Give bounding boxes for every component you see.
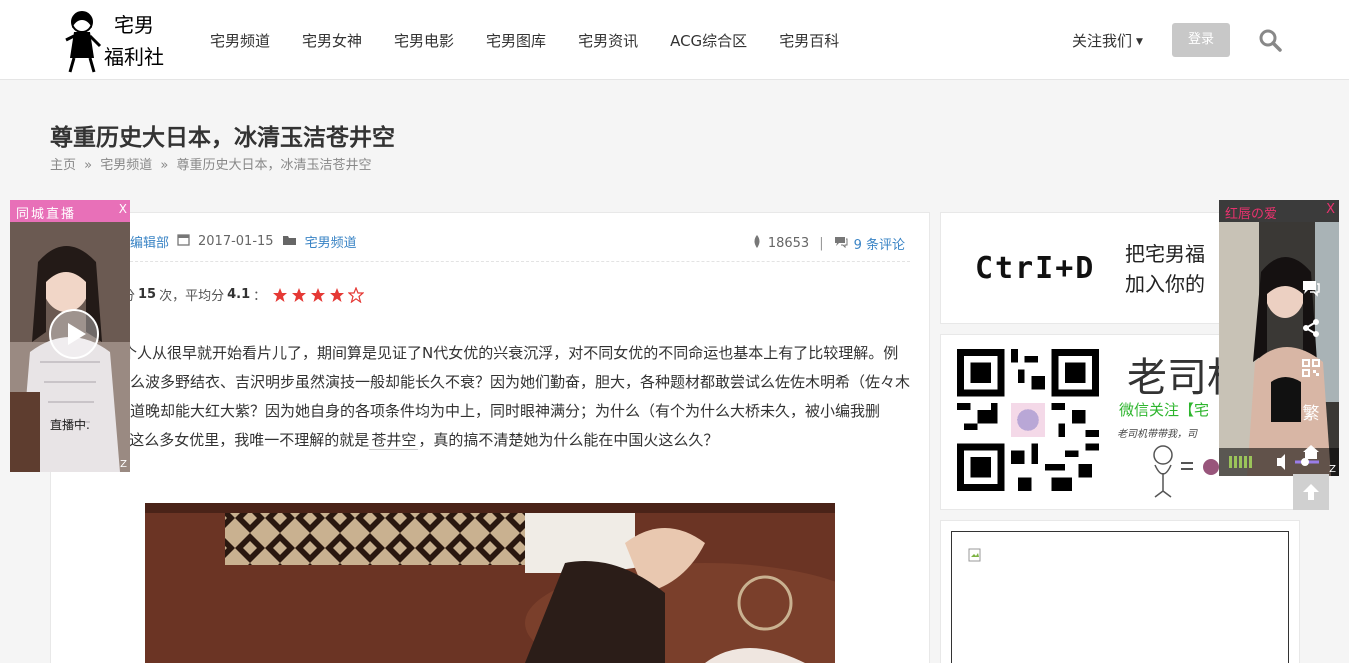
- calendar-icon: [177, 233, 190, 250]
- article-meta: 编辑部 2017-01-15 宅男频道: [130, 232, 357, 251]
- follow-us-dropdown[interactable]: 关注我们 ▼: [1072, 30, 1143, 51]
- breadcrumb-home[interactable]: 主页: [50, 158, 76, 173]
- article-image: [145, 503, 835, 663]
- bookmark-slogan: 把宅男福 加入你的: [1125, 239, 1205, 299]
- publish-date: 2017-01-15: [198, 234, 274, 249]
- nav-item-news[interactable]: 宅男资讯: [564, 30, 652, 51]
- ctrl-d-logo: CtrI+D: [975, 251, 1096, 286]
- folder-icon: [282, 234, 297, 250]
- nav-item-acg[interactable]: ACG综合区: [656, 30, 761, 51]
- close-icon[interactable]: X: [119, 202, 127, 216]
- nav-item-wiki[interactable]: 宅男百科: [765, 30, 853, 51]
- nav-item-goddess[interactable]: 宅男女神: [288, 30, 376, 51]
- live-right-corner: Z: [1329, 464, 1336, 475]
- qr-code-image: [957, 349, 1099, 491]
- article-stats: 18653 | 9 条评论: [752, 234, 905, 253]
- chat-icon: [1303, 281, 1320, 297]
- breadcrumb-category[interactable]: 宅男频道: [100, 158, 152, 173]
- back-to-top-button[interactable]: [1293, 474, 1329, 510]
- rating-mid: 次，平均分: [159, 289, 225, 304]
- main-nav: 宅男频道 宅男女神 宅男电影 宅男图库 宅男资讯 ACG综合区 宅男百科: [196, 0, 857, 80]
- live-status: 直播中.: [50, 418, 90, 432]
- live-stream-left[interactable]: 同城直播 X 直播中. Z: [10, 200, 130, 472]
- comments-link[interactable]: 9 条评论: [854, 234, 905, 253]
- login-button[interactable]: 登录: [1172, 23, 1230, 57]
- live-right-title: 红唇の爱: [1225, 207, 1278, 222]
- live-left-title: 同城直播: [16, 207, 77, 222]
- svg-text:福利社: 福利社: [104, 45, 164, 69]
- view-count: 18653: [767, 236, 810, 251]
- home-icon: [1303, 445, 1319, 459]
- breadcrumb-separator: »: [84, 158, 93, 173]
- qrcode-tool[interactable]: [1293, 350, 1329, 386]
- share-icon: [1303, 319, 1319, 337]
- close-icon[interactable]: X: [1326, 202, 1335, 217]
- follow-us-label: 关注我们: [1072, 32, 1133, 50]
- article-text-part2: ，真的搞不清楚她为什么能在中国火这么久？: [418, 431, 719, 449]
- svg-text:宅男: 宅男: [114, 13, 154, 37]
- star-filled-icon[interactable]: [291, 287, 307, 303]
- search-icon[interactable]: [1258, 28, 1282, 52]
- breadcrumb-current: 尊重历史大日本，冰清玉洁苍井空: [176, 158, 372, 173]
- traditional-chinese-tool[interactable]: 繁: [1293, 393, 1329, 429]
- site-logo[interactable]: 宅男 福利社: [58, 6, 176, 74]
- ad-slot: [940, 520, 1300, 663]
- rating-average: 4.1: [227, 287, 251, 302]
- star-filled-icon[interactable]: [329, 287, 345, 303]
- star-empty-icon[interactable]: [348, 286, 365, 303]
- live-left-header: 同城直播 X: [10, 200, 130, 222]
- article-body: 个人从很早就开始看片儿了，期间算是见证了N代女优的兴衰沉浮，对不同女优的不同命运…: [70, 339, 910, 455]
- wechat-subtext: 老司机带带我，司: [1117, 429, 1197, 440]
- broken-image-icon: [968, 548, 981, 562]
- page-title: 尊重历史大日本，冰清玉洁苍井空: [50, 125, 395, 151]
- star-filled-icon[interactable]: [310, 287, 326, 303]
- star-rating[interactable]: [272, 286, 365, 303]
- meta-divider: [120, 261, 910, 262]
- rating-suffix: ：: [253, 289, 267, 304]
- arrow-up-icon: [1303, 484, 1319, 500]
- live-right-header: 红唇の爱 X: [1219, 200, 1339, 222]
- ad-frame: [951, 531, 1289, 663]
- slogan-line-2: 加入你的: [1125, 272, 1205, 296]
- breadcrumb: 主页 » 宅男频道 » 尊重历史大日本，冰清玉洁苍井空: [50, 154, 372, 173]
- rating-count: 15: [138, 287, 157, 302]
- breadcrumb-separator: »: [160, 158, 169, 173]
- play-icon[interactable]: [48, 308, 100, 360]
- nav-item-movies[interactable]: 宅男电影: [380, 30, 468, 51]
- home-tool[interactable]: [1293, 434, 1329, 470]
- qrcode-icon: [1302, 359, 1320, 377]
- rating-bar: 分 15 次，平均分 4.1 ：: [122, 285, 365, 304]
- slogan-line-1: 把宅男福: [1125, 242, 1205, 266]
- wechat-follow-text: 微信关注【宅: [1119, 401, 1210, 419]
- divider: |: [819, 236, 824, 251]
- keyword-link[interactable]: 苍井空: [369, 431, 419, 450]
- live-left-corner: Z: [120, 459, 127, 470]
- comment-tool[interactable]: [1293, 270, 1329, 306]
- logo-image: 宅男 福利社: [65, 11, 164, 73]
- nav-item-gallery[interactable]: 宅男图库: [472, 30, 560, 51]
- nav-item-channel[interactable]: 宅男频道: [196, 30, 284, 51]
- site-header: 宅男 福利社 宅男频道 宅男女神 宅男电影 宅男图库 宅男资讯 ACG综合区 宅…: [0, 0, 1349, 80]
- star-filled-icon[interactable]: [272, 287, 288, 303]
- mascot-doodle: [1153, 445, 1219, 498]
- views-icon: [752, 235, 762, 252]
- comment-icon: [834, 236, 848, 252]
- category-link[interactable]: 宅男频道: [305, 232, 357, 251]
- author-link[interactable]: 编辑部: [130, 232, 169, 251]
- caret-down-icon: ▼: [1136, 36, 1143, 47]
- share-tool[interactable]: [1293, 310, 1329, 346]
